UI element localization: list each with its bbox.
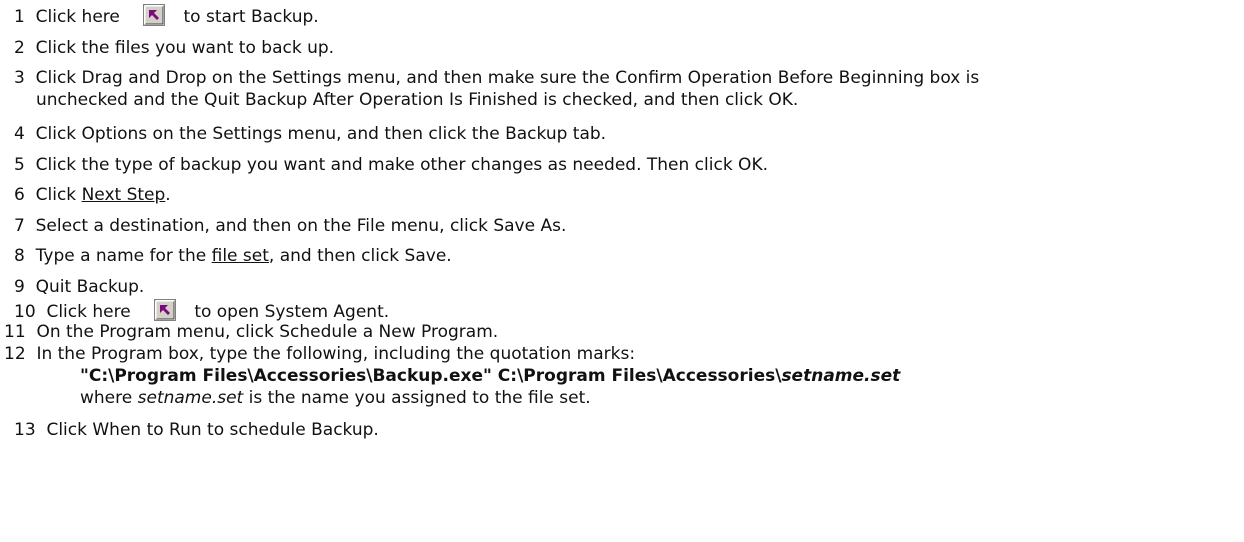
step-13: 13 Click When to Run to schedule Backup. (14, 420, 379, 441)
step-number: 10 (14, 302, 42, 322)
command-line: "C:\Program Files\Accessories\Backup.exe… (80, 366, 900, 387)
step-text-after: , and then click Save. (268, 246, 452, 266)
step-text: Type a name for the (35, 246, 212, 266)
step-text-after: . (165, 185, 171, 205)
step-text: Click When to Run to schedule Backup. (46, 420, 379, 440)
step-text: Click Drag and Drop on the Settings menu… (35, 68, 980, 88)
step-number: 2 (14, 38, 31, 58)
step-number: 12 (4, 344, 32, 364)
step-number: 9 (14, 277, 31, 297)
next-step-link[interactable]: Next Step (82, 185, 166, 205)
step-text: Quit Backup. (35, 277, 145, 297)
step-9: 9 Quit Backup. (14, 277, 144, 298)
step-11: 11 On the Program menu, click Schedule a… (4, 322, 498, 343)
shortcut-arrow-icon[interactable] (142, 4, 165, 26)
step-6: 6 Click Next Step. (14, 185, 171, 206)
step-text: Click here (35, 7, 120, 27)
step-3-continued: unchecked and the Quit Backup After Oper… (36, 90, 799, 110)
step-10: 10 Click here to open System Agent. (14, 299, 389, 323)
step-number: 5 (14, 155, 31, 175)
step-number: 8 (14, 246, 31, 266)
step-text: Click here (46, 302, 131, 322)
file-set-link[interactable]: file set (212, 246, 269, 266)
step-5: 5 Click the type of backup you want and … (14, 155, 768, 176)
step-12: 12 In the Program box, type the followin… (4, 344, 635, 365)
step-number: 4 (14, 124, 31, 144)
note-setname: setname.set (137, 388, 244, 408)
command-note: where setname.set is the name you assign… (80, 388, 591, 409)
step-number: 6 (14, 185, 31, 205)
step-1: 1 Click here to start Backup. (14, 4, 319, 28)
step-number: 7 (14, 216, 31, 236)
step-number: 1 (14, 7, 31, 27)
command-path: "C:\Program Files\Accessories\Backup.exe… (80, 366, 782, 386)
step-8: 8 Type a name for the file set, and then… (14, 246, 452, 267)
step-text-after: to open System Agent. (194, 302, 390, 322)
step-text: On the Program menu, click Schedule a Ne… (36, 322, 499, 342)
step-number: 11 (4, 322, 32, 342)
step-text-after: to start Backup. (183, 7, 319, 27)
step-text: Click (35, 185, 82, 205)
step-2: 2 Click the files you want to back up. (14, 38, 334, 59)
step-7: 7 Select a destination, and then on the … (14, 216, 566, 237)
step-text: Click Options on the Settings menu, and … (35, 124, 607, 144)
step-text: Click the type of backup you want and ma… (35, 155, 768, 175)
step-number: 3 (14, 68, 31, 88)
note-text: where (80, 388, 138, 408)
step-text: In the Program box, type the following, … (36, 344, 636, 364)
shortcut-arrow-icon[interactable] (153, 299, 176, 321)
step-3: 3 Click Drag and Drop on the Settings me… (14, 68, 979, 89)
step-text: Click the files you want to back up. (35, 38, 335, 58)
step-text: Select a destination, and then on the Fi… (35, 216, 567, 236)
step-4: 4 Click Options on the Settings menu, an… (14, 124, 606, 145)
command-setname: setname.set (781, 366, 901, 386)
note-text-after: is the name you assigned to the file set… (243, 388, 591, 408)
step-number: 13 (14, 420, 42, 440)
